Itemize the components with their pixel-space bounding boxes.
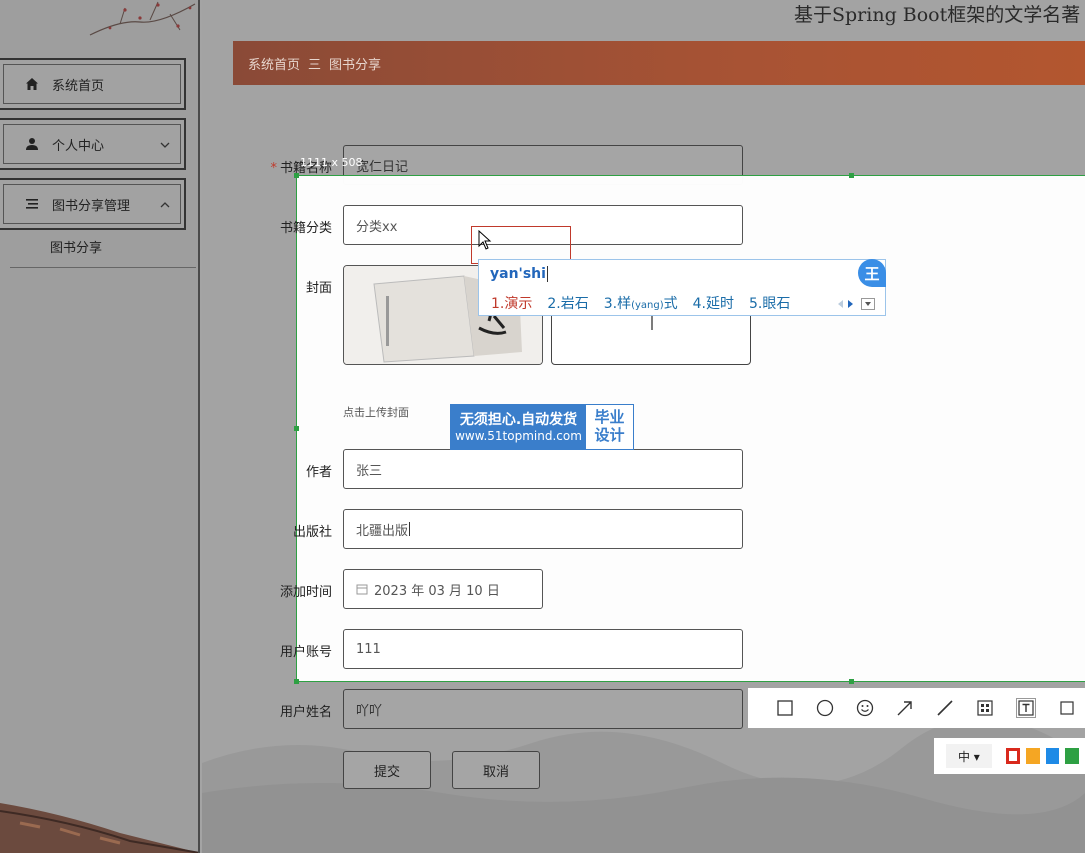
selection-handle[interactable] — [294, 173, 299, 178]
watermark-url: www.51topmind.com — [455, 429, 582, 443]
chevron-up-icon — [158, 197, 172, 211]
watermark-right-line2: 设计 — [594, 426, 625, 444]
cover-upload-hint[interactable]: 点击上传封面 — [343, 404, 409, 420]
color-swatch-green[interactable] — [1065, 748, 1080, 764]
mosaic-tool-icon[interactable] — [976, 698, 994, 718]
text-tool-icon[interactable] — [1016, 698, 1036, 718]
save-tool-icon[interactable] — [1058, 698, 1076, 718]
user-account-input[interactable]: 111 — [343, 629, 743, 669]
ime-next-page-icon[interactable] — [847, 294, 855, 313]
annotation-color-panel: 中 ▾ — [934, 738, 1085, 774]
watermark-right-line1: 毕业 — [594, 408, 625, 426]
cover-label: 封面 — [305, 281, 332, 296]
user-name-input[interactable]: 吖吖 — [343, 689, 743, 729]
ime-candidate[interactable]: 3.样(yang)式 — [604, 293, 678, 313]
author-input[interactable]: 张三 — [343, 449, 743, 489]
ime-candidate[interactable]: 5.眼石 — [749, 293, 790, 313]
ime-candidates: 1.演示 2.岩石 3.样(yang)式 4.延时 5.眼石 — [491, 293, 805, 313]
sidebar: 系统首页 个人中心 图书分享管理 图书分享 — [0, 0, 200, 853]
ime-candidate[interactable]: 1.演示 — [491, 293, 532, 313]
ime-expand-icon[interactable] — [861, 297, 875, 310]
font-size-select[interactable]: 中 ▾ — [946, 744, 992, 768]
emoji-tool-icon[interactable] — [856, 698, 874, 718]
sidebar-item-book-share-management[interactable]: 图书分享管理 — [0, 178, 186, 230]
ellipse-tool-icon[interactable] — [816, 698, 834, 718]
category-label: 书籍分类 — [279, 221, 332, 236]
chevron-down-icon — [158, 137, 172, 151]
site-title: 基于Spring Boot框架的文学名著 — [794, 4, 1081, 26]
rectangle-tool-icon[interactable] — [776, 698, 794, 718]
breadcrumb-separator: 三 — [308, 57, 322, 73]
watermark-badge: 无须担心.自动发货 www.51topmind.com 毕业 设计 — [450, 404, 634, 450]
pen-tool-icon[interactable] — [936, 698, 954, 718]
sidebar-item-home[interactable]: 系统首页 — [0, 58, 186, 110]
ime-candidate[interactable]: 4.延时 — [693, 293, 734, 313]
ime-pinyin: yan'shi — [490, 266, 548, 282]
add-time-label: 添加时间 — [279, 585, 332, 600]
color-swatch-blue[interactable] — [1045, 748, 1060, 764]
ime-prev-page-icon[interactable] — [836, 294, 844, 313]
add-time-date-picker[interactable]: 2023 年 03 月 10 日 — [343, 569, 543, 609]
home-icon — [24, 76, 40, 92]
palace-roof-decoration — [0, 803, 200, 853]
breadcrumb: 系统首页 三 图书分享 — [233, 41, 1085, 85]
selection-handle[interactable] — [294, 679, 299, 684]
sidebar-item-personal-center[interactable]: 个人中心 — [0, 118, 186, 170]
cancel-button[interactable]: 取消 — [452, 751, 540, 789]
annotation-toolbar — [748, 688, 1085, 728]
sidebar-subitem-book-share[interactable]: 图书分享 — [10, 234, 196, 268]
sidebar-item-label: 系统首页 — [52, 78, 105, 94]
sidebar-divider — [198, 0, 200, 853]
plum-branch-decoration — [89, 1, 196, 36]
color-swatch-orange[interactable] — [1026, 748, 1040, 764]
ime-logo[interactable]: 王 — [858, 259, 886, 287]
text-caret — [409, 522, 411, 536]
selection-size-label: 1111 x 508 — [300, 156, 363, 169]
sidebar-item-label: 图书分享管理 — [52, 198, 131, 214]
breadcrumb-current: 图书分享 — [329, 57, 382, 73]
ime-page-nav — [836, 294, 875, 313]
selection-handle[interactable] — [849, 173, 854, 178]
arrow-tool-icon[interactable] — [896, 698, 914, 718]
color-swatch-red[interactable] — [1005, 748, 1021, 764]
breadcrumb-home[interactable]: 系统首页 — [248, 54, 300, 73]
watermark-line1: 无须担心.自动发货 — [459, 412, 578, 428]
selection-handle[interactable] — [294, 426, 299, 431]
ime-candidate-window: yan'shi 1.演示 2.岩石 3.样(yang)式 4.延时 5.眼石 — [478, 259, 886, 316]
submit-button[interactable]: 提交 — [343, 751, 431, 789]
user-icon — [24, 136, 40, 152]
list-icon — [24, 196, 40, 212]
mouse-pointer-icon — [478, 230, 492, 250]
publisher-label: 出版社 — [292, 525, 332, 540]
author-label: 作者 — [305, 465, 332, 480]
user-account-label: 用户账号 — [279, 645, 332, 660]
user-name-label: 用户姓名 — [279, 705, 332, 720]
sidebar-item-label: 个人中心 — [52, 138, 105, 154]
publisher-input[interactable]: 北疆出版 — [343, 509, 743, 549]
calendar-icon — [356, 583, 368, 595]
selection-handle[interactable] — [849, 679, 854, 684]
ime-candidate[interactable]: 2.岩石 — [547, 293, 588, 313]
